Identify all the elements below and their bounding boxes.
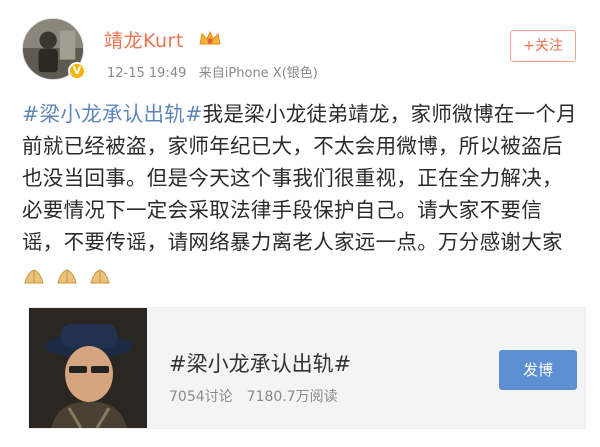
- post-meta: 12-15 19:49 来自iPhone X(银色): [107, 62, 318, 81]
- verified-badge-icon: V: [68, 62, 86, 80]
- follow-button[interactable]: +关注: [510, 30, 576, 62]
- clap-icon: [24, 269, 44, 284]
- discussion-count: 7054讨论: [169, 389, 233, 405]
- topic-link[interactable]: #梁小龙承认出轨#: [22, 102, 203, 126]
- topic-card-title: #梁小龙承认出轨#: [169, 352, 352, 376]
- weibo-post: V 靖龙Kurt 12-15 19:49 来自iPhone X(银色) +关注 …: [0, 0, 600, 447]
- topic-card[interactable]: #梁小龙承认出轨# 7054讨论 7180.7万阅读 发博: [28, 307, 586, 429]
- topic-card-thumbnail: [29, 308, 147, 428]
- topic-card-stats: 7054讨论 7180.7万阅读: [169, 386, 338, 406]
- crown-icon: [199, 30, 221, 45]
- post-source[interactable]: 来自iPhone X(银色): [199, 66, 318, 81]
- emoji-row: [22, 259, 114, 291]
- post-time: 12-15 19:49: [107, 66, 187, 81]
- username[interactable]: 靖龙Kurt: [104, 26, 184, 53]
- clap-icon: [90, 269, 110, 284]
- read-count: 7180.7万阅读: [246, 389, 338, 405]
- clap-icon: [57, 269, 77, 284]
- post-body: #梁小龙承认出轨#我是梁小龙徒弟靖龙，家师微博在一个月前就已经被盗，家师年纪已大…: [22, 98, 582, 291]
- post-to-topic-button[interactable]: 发博: [499, 350, 577, 390]
